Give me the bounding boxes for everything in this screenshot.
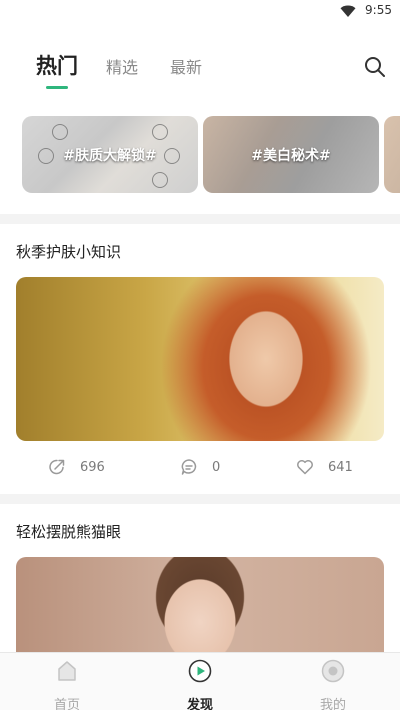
tab-latest[interactable]: 最新 [170, 54, 202, 78]
nav-label: 首页 [53, 698, 80, 710]
topic-card-image [384, 116, 400, 193]
tab-featured[interactable]: 精选 [106, 54, 138, 78]
topic-card-partial[interactable] [384, 116, 400, 193]
nav-discover[interactable]: 发现 [160, 659, 240, 710]
topic-carousel[interactable]: #肤质大解锁# #美白秘术# [0, 116, 400, 194]
topic-label: #美白秘术# [251, 148, 331, 164]
share-count: 696 [80, 459, 105, 475]
search-icon[interactable] [364, 56, 386, 78]
share-button[interactable]: 696 [48, 456, 105, 478]
bottom-navigation: 首页 发现 我的 [0, 652, 400, 710]
top-tabs: 热门 精选 最新 [0, 40, 400, 100]
topic-label: #肤质大解锁# [63, 148, 157, 164]
nav-label: 我的 [319, 698, 346, 710]
tab-hot[interactable]: 热门 [36, 50, 78, 80]
play-circle-icon [188, 659, 212, 683]
wifi-icon [340, 5, 356, 17]
post-image-portrait[interactable] [16, 277, 384, 441]
like-button[interactable]: 641 [296, 456, 353, 478]
nav-label: 发现 [186, 698, 213, 710]
nav-home[interactable]: 首页 [27, 659, 107, 710]
status-bar: 9:55 [0, 0, 400, 24]
section-divider [0, 214, 400, 224]
post-title[interactable]: 秋季护肤小知识 [16, 241, 121, 262]
profile-icon [321, 659, 345, 683]
topic-card-whitening[interactable]: #美白秘术# [203, 116, 379, 193]
post-stats: 696 0 641 [0, 456, 400, 478]
home-icon [58, 661, 76, 681]
comment-icon [181, 459, 197, 475]
post-image-portrait[interactable] [16, 557, 384, 667]
share-icon [49, 459, 65, 475]
active-tab-indicator [46, 86, 68, 89]
comment-count: 0 [212, 459, 221, 475]
nav-profile[interactable]: 我的 [293, 659, 373, 710]
heart-icon [297, 460, 313, 475]
post-title[interactable]: 轻松摆脱熊猫眼 [16, 521, 121, 542]
topic-card-skin-type[interactable]: #肤质大解锁# [22, 116, 198, 193]
section-divider [0, 494, 400, 504]
eye-icon [152, 124, 168, 140]
drop-icon [52, 124, 68, 140]
star-icon [152, 172, 168, 188]
comment-button[interactable]: 0 [180, 456, 220, 478]
status-time: 9:55 [365, 3, 392, 17]
like-count: 641 [328, 459, 353, 475]
